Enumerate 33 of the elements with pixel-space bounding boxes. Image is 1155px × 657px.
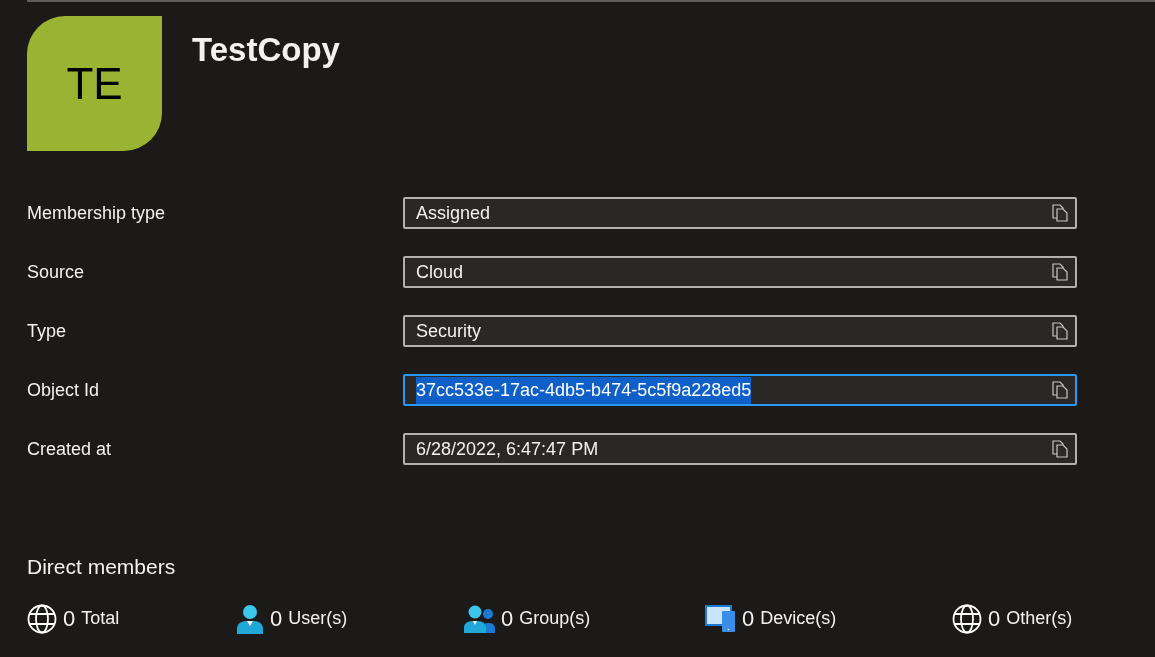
copy-icon[interactable] [1052,440,1068,458]
member-label: Total [81,607,120,630]
field-label: Membership type [27,201,167,225]
section-heading: Direct members [27,554,176,580]
read-only-field[interactable]: 37cc533e-17ac-4db5-b474-5c5f9a228ed5 [403,374,1077,406]
read-only-field[interactable]: Cloud [403,256,1077,288]
member-label: Device(s) [760,607,837,630]
member-count: 0 [270,605,283,633]
field-label: Type [27,319,68,343]
field-label: Created at [27,437,113,461]
member-count: 0 [501,605,514,633]
globe-icon [952,603,982,634]
group-title: TestCopy [192,30,340,70]
member-label: Other(s) [1006,607,1073,630]
member-count: 0 [63,605,76,633]
member-count: 0 [988,605,1001,633]
member-count: 0 [742,605,755,633]
read-only-field[interactable]: Assigned [403,197,1077,229]
globe-icon [27,603,57,634]
member-label: Group(s) [519,607,591,630]
field-label: Object Id [27,378,101,402]
group-icon [463,604,495,633]
copy-icon[interactable] [1052,204,1068,222]
member-label: User(s) [288,607,348,630]
avatar: TE [27,16,162,151]
device-icon [705,604,736,633]
field-label: Source [27,260,86,284]
copy-icon[interactable] [1052,322,1068,340]
user-icon [236,603,264,634]
copy-icon[interactable] [1052,381,1068,399]
read-only-field[interactable]: 6/28/2022, 6:47:47 PM [403,433,1077,465]
copy-icon[interactable] [1052,263,1068,281]
read-only-field[interactable]: Security [403,315,1077,347]
